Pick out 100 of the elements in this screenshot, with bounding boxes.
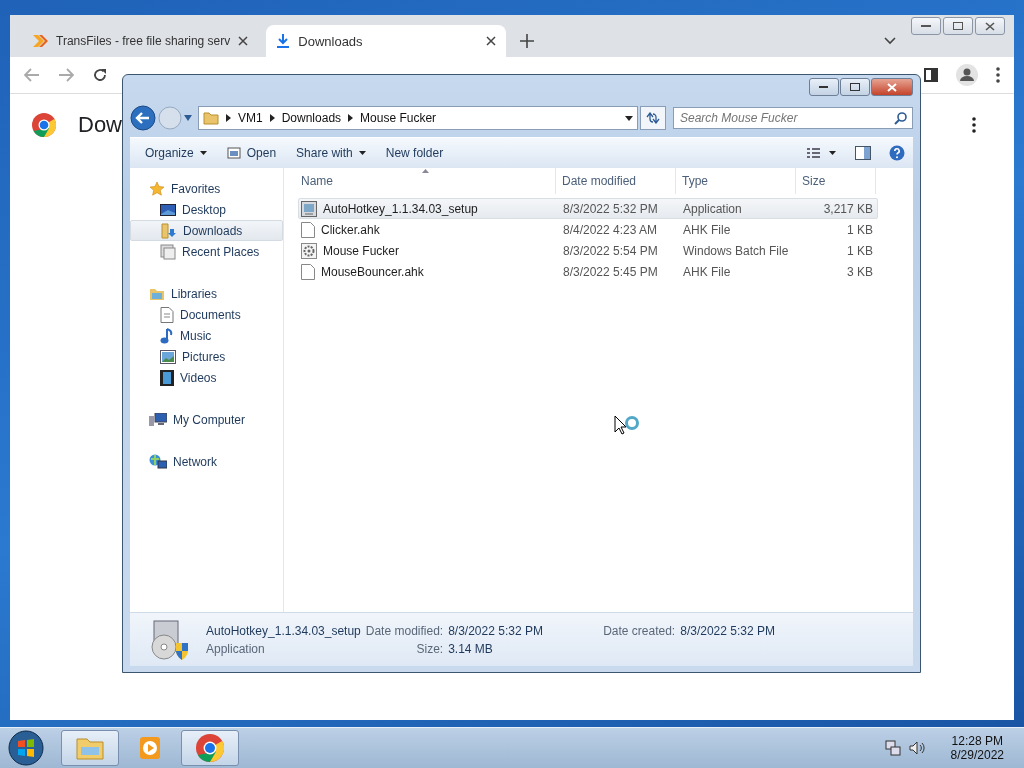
file-icon — [301, 263, 315, 280]
nav-item[interactable]: Desktop — [130, 199, 283, 220]
maximize-icon — [953, 22, 963, 30]
file-type: AHK File — [682, 222, 732, 237]
close-icon[interactable] — [238, 36, 249, 46]
breadcrumb-arrow-icon[interactable] — [348, 114, 354, 122]
column-header[interactable]: Size — [796, 168, 876, 194]
nav-item[interactable]: My Computer — [130, 409, 283, 430]
installer-icon — [301, 200, 317, 217]
clock-time[interactable]: 12:28 PM — [951, 734, 1003, 748]
maximize-button[interactable] — [840, 78, 870, 96]
media-player-icon — [137, 735, 163, 761]
reload-icon[interactable] — [92, 67, 108, 83]
folder-icon — [75, 735, 105, 761]
view-options-icon[interactable] — [807, 147, 837, 159]
file-size: 3,217 KB — [822, 201, 874, 216]
minimize-button[interactable] — [809, 78, 839, 96]
search-icon[interactable] — [894, 112, 907, 125]
search-field[interactable]: Search Mouse Fucker — [673, 107, 913, 129]
file-size: 1 KB — [846, 243, 874, 258]
browser-tab[interactable]: Downloads — [266, 25, 507, 57]
nav-item[interactable]: Downloads — [130, 220, 283, 241]
file-row[interactable]: MouseBouncer.ahk 8/3/2022 5:45 PM AHK File 3 KB — [298, 261, 878, 282]
nav-item[interactable]: Documents — [130, 304, 283, 325]
computer-icon — [149, 412, 167, 427]
file-name: AutoHotkey_1.1.34.03_setup — [323, 201, 478, 216]
preview-pane-icon[interactable] — [855, 146, 871, 160]
breadcrumb-item[interactable]: Mouse Fucker — [360, 111, 437, 125]
caret-icon — [199, 151, 207, 155]
nav-item[interactable]: Videos — [130, 367, 283, 388]
file-name: AutoHotkey_1.1.34.03_setup — [206, 623, 361, 638]
close-button[interactable] — [975, 17, 1005, 35]
picture-frame-icon — [160, 349, 176, 364]
file-type: AHK File — [682, 264, 732, 279]
refresh-icon — [646, 112, 660, 124]
menu-icon[interactable] — [996, 67, 1000, 83]
network-icon[interactable] — [884, 740, 901, 756]
tab-search-icon[interactable] — [884, 37, 896, 45]
breadcrumb-arrow-icon[interactable] — [226, 114, 231, 122]
column-header[interactable]: Type — [676, 168, 796, 194]
gear-icon — [301, 242, 317, 259]
clock-date[interactable]: 8/29/2022 — [950, 748, 1004, 762]
close-icon — [887, 82, 897, 92]
file-type: Windows Batch File — [682, 243, 790, 258]
taskbar-button[interactable] — [61, 730, 119, 766]
close-icon — [985, 21, 995, 31]
property-label: Size: — [415, 641, 444, 656]
maximize-button[interactable] — [943, 17, 973, 35]
document-icon — [160, 306, 174, 323]
breadcrumb-arrow-icon[interactable] — [269, 114, 275, 122]
start-button[interactable] — [8, 730, 44, 766]
file-name: Clicker.ahk — [321, 222, 380, 237]
chrome-logo-icon — [32, 113, 56, 137]
command-button[interactable]: Organize — [138, 143, 214, 163]
nav-item[interactable]: Libraries — [130, 283, 283, 304]
desktop-icon — [160, 202, 176, 217]
close-icon[interactable] — [486, 36, 497, 46]
file-date: 8/3/2022 5:45 PM — [562, 264, 659, 279]
profile-icon[interactable] — [956, 64, 978, 86]
download-icon — [276, 33, 291, 49]
new-tab-icon[interactable] — [520, 34, 535, 48]
column-header[interactable]: Date modified — [556, 168, 676, 194]
file-icon — [301, 221, 315, 238]
back-button[interactable] — [130, 105, 156, 131]
nav-item[interactable]: Music — [130, 325, 283, 346]
nav-item[interactable]: Favorites — [130, 178, 283, 199]
file-date: 8/3/2022 5:54 PM — [562, 243, 659, 258]
address-bar[interactable]: VM1 Downloads Mouse Fucker — [198, 106, 638, 130]
volume-icon[interactable] — [908, 740, 925, 756]
file-type: Application — [682, 201, 743, 216]
nav-item[interactable]: Network — [130, 451, 283, 472]
more-icon[interactable] — [972, 117, 976, 133]
chevron-logo-icon — [32, 33, 48, 49]
dropdown-icon[interactable] — [625, 115, 633, 121]
nav-item[interactable]: Recent Places — [130, 241, 283, 262]
breadcrumb-item[interactable]: Downloads — [281, 111, 342, 125]
close-button[interactable] — [871, 78, 913, 96]
property-value: 3.14 MB — [448, 641, 494, 656]
breadcrumb-item[interactable]: VM1 — [238, 111, 263, 125]
taskbar-button[interactable] — [181, 730, 239, 766]
file-row[interactable]: Mouse Fucker 8/3/2022 5:54 PM Windows Batch File 1 KB — [298, 240, 878, 261]
command-button[interactable]: Open — [219, 143, 284, 163]
recent-pages-icon[interactable] — [184, 115, 192, 121]
file-row[interactable]: Clicker.ahk 8/4/2022 4:23 AM AHK File 1 KB — [298, 219, 878, 240]
browser-tab[interactable]: TransFiles - free file sharing serv — [22, 25, 259, 57]
nav-item[interactable]: Pictures — [130, 346, 283, 367]
side-panel-icon[interactable] — [924, 68, 938, 82]
file-type: Application — [206, 641, 266, 656]
file-date: 8/4/2022 4:23 AM — [562, 222, 659, 237]
library-folder-icon — [149, 286, 165, 301]
star-icon — [149, 180, 165, 197]
command-button[interactable]: Share with — [289, 143, 373, 163]
help-icon[interactable] — [889, 145, 905, 161]
refresh-button[interactable] — [640, 106, 666, 130]
chrome-logo-icon — [196, 734, 224, 762]
file-row[interactable]: AutoHotkey_1.1.34.03_setup 8/3/2022 5:32 PM Application 3,217 KB — [298, 198, 878, 219]
minimize-button[interactable] — [911, 17, 941, 35]
command-button[interactable]: New folder — [378, 143, 451, 163]
maximize-icon — [850, 83, 860, 91]
file-name: Mouse Fucker — [323, 243, 400, 258]
